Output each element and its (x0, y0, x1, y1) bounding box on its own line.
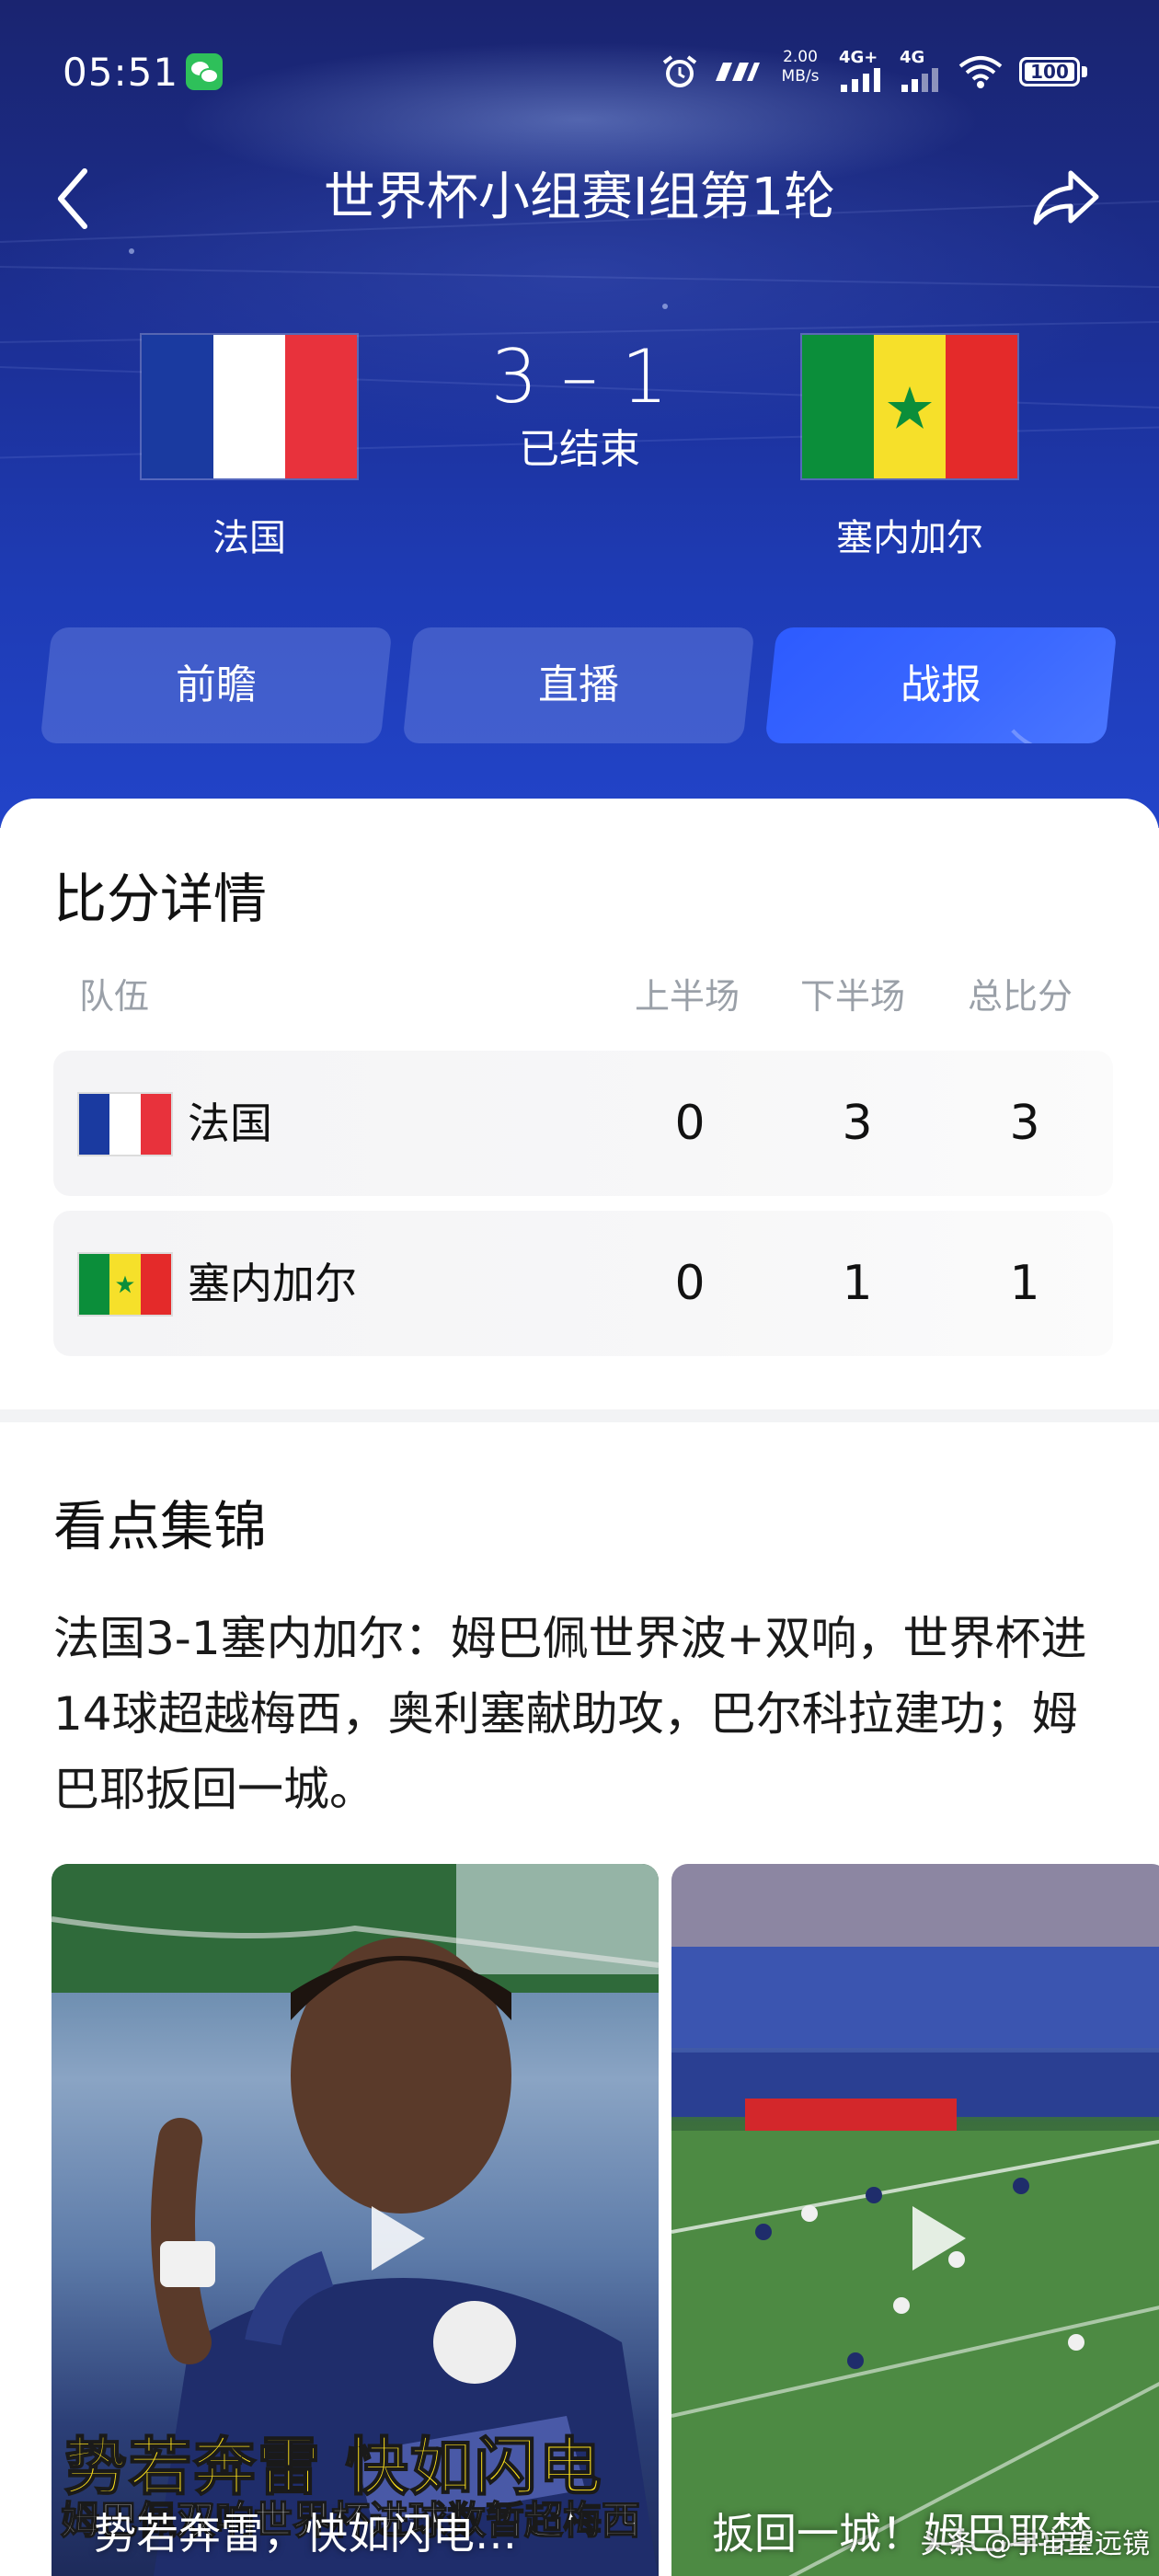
match-score: 3 – 1 (490, 334, 669, 420)
battery-icon: 100 (1019, 57, 1080, 86)
row-first-half: 0 (674, 1096, 706, 1151)
france-flag-icon (142, 335, 357, 478)
play-icon[interactable] (351, 2197, 434, 2280)
row-first-half: 0 (674, 1256, 706, 1311)
score-detail-title: 比分详情 (53, 868, 268, 930)
row-second-half: 1 (842, 1256, 873, 1311)
column-total: 总比分 (968, 976, 1073, 1017)
home-team-name[interactable]: 法国 (120, 508, 379, 561)
row-team-name: 法国 (188, 1098, 272, 1148)
battery-level: 100 (1025, 63, 1074, 81)
tab-report[interactable]: 战报 (764, 627, 1118, 743)
senegal-flag-icon (79, 1254, 171, 1315)
highlights-description: 法国3-1塞内加尔：姆巴佩世界波+双响，世界杯进14球超越梅西，奥利塞献助攻，巴… (53, 1612, 1087, 1816)
france-flag-icon (79, 1094, 171, 1155)
match-header: 05:51 2.00 MB/s 4G+ 4G 100 世界杯小组赛I组第1轮 3… (0, 0, 1159, 828)
share-icon[interactable] (1027, 158, 1104, 241)
row-team-name: 塞内加尔 (188, 1259, 357, 1308)
signal-label-2: 4G (900, 48, 925, 67)
clock: 05:51 (63, 50, 179, 95)
wechat-notification-icon (186, 53, 223, 90)
video-thumbnail[interactable]: 势若奔雷 快如闪电 姆巴佩双响世界杯进球数暂超梅西 势若奔雷，快如闪电… (52, 1864, 659, 2576)
highlights-title: 看点集锦 (53, 1495, 268, 1558)
nfc-icon (716, 63, 760, 81)
tab-live[interactable]: 直播 (402, 627, 755, 743)
video-thumbnail[interactable]: 扳回一城！姆巴耶禁 头条 @宇宙望远镜 (671, 1864, 1159, 2576)
away-team-name[interactable]: 塞内加尔 (780, 508, 1039, 561)
signal-bars-2-icon (901, 68, 938, 92)
table-row: 法国 0 3 3 (53, 1051, 1113, 1196)
signal-bars-1-icon (841, 68, 880, 92)
signal-label-1: 4G+ (839, 48, 878, 67)
back-icon[interactable] (44, 158, 109, 241)
tab-report-label: 战报 (901, 661, 981, 708)
column-first-half: 上半场 (635, 976, 740, 1017)
alarm-icon (662, 55, 697, 87)
section-divider (0, 1409, 1159, 1422)
match-status: 已结束 (519, 426, 640, 473)
row-second-half: 3 (842, 1096, 873, 1151)
tab-live-label: 直播 (538, 661, 619, 708)
match-title: 世界杯小组赛I组第1轮 (323, 167, 836, 227)
table-row: 塞内加尔 0 1 1 (53, 1211, 1113, 1356)
star-icon (116, 1275, 135, 1294)
match-tabs: 前瞻 直播 战报 (40, 627, 1118, 743)
network-speed: 2.00 MB/s (781, 48, 820, 86)
play-icon[interactable] (892, 2197, 975, 2280)
row-total: 1 (1009, 1256, 1040, 1311)
tab-preview[interactable]: 前瞻 (40, 627, 393, 743)
wifi-icon (958, 56, 1003, 88)
status-bar: 05:51 2.00 MB/s 4G+ 4G 100 (0, 0, 1159, 95)
star-icon (888, 386, 932, 429)
source-watermark: 头条 @宇宙望远镜 (920, 2528, 1150, 2560)
column-second-half: 下半场 (800, 976, 906, 1017)
tab-preview-label: 前瞻 (176, 661, 257, 708)
row-total: 3 (1009, 1096, 1040, 1151)
column-team: 队伍 (79, 976, 150, 1017)
video-caption: 势若奔雷，快如闪电… (94, 2509, 517, 2559)
senegal-flag-icon (802, 335, 1017, 478)
battery-tip (1082, 66, 1087, 77)
